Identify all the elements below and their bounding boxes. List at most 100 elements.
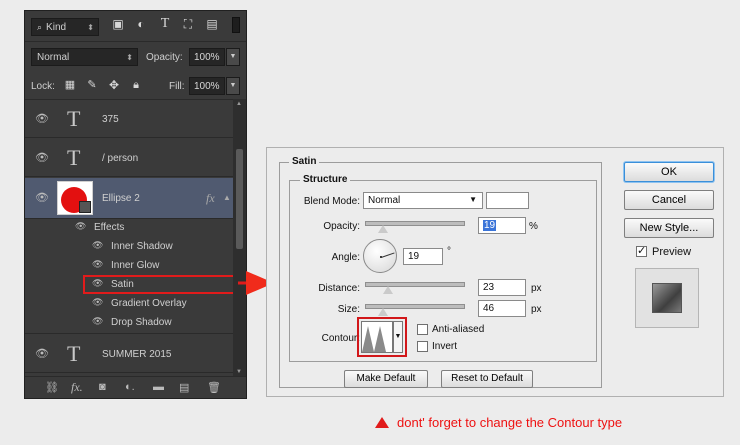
text-layer-icon: T (67, 145, 81, 170)
contour-picker[interactable] (361, 321, 393, 353)
layer-thumbnail (57, 181, 93, 215)
opacity-input[interactable]: 19 (478, 217, 526, 234)
satin-color-swatch[interactable] (486, 192, 529, 209)
fill-label: Fill: (169, 81, 185, 92)
opacity-slider-knob[interactable] (378, 225, 388, 233)
effect-name: Satin (111, 279, 134, 290)
visibility-eye-icon[interactable]: 👁︎ (75, 221, 86, 232)
lock-position-icon[interactable]: ✥ (107, 78, 121, 92)
blend-mode-select[interactable]: Normal ⬍ (31, 48, 138, 66)
visibility-eye-icon[interactable]: 👁︎ (92, 278, 103, 289)
opacity-dropdown-button[interactable]: ▼ (226, 48, 240, 66)
layer-name: SUMMER 2015 (102, 349, 172, 360)
preview-checkbox[interactable]: ✓ (636, 245, 647, 257)
text-layer-icon: T (67, 341, 81, 366)
angle-input[interactable]: 19 (403, 248, 443, 265)
effect-satin[interactable]: 👁︎ Satin (25, 275, 243, 294)
invert-checkbox[interactable] (417, 341, 428, 352)
preview-swatch (652, 283, 682, 313)
size-slider-knob[interactable] (378, 308, 388, 316)
effect-inner-glow[interactable]: 👁︎ Inner Glow (25, 256, 234, 275)
visibility-eye-icon[interactable]: 👁︎ (35, 112, 49, 125)
scroll-up-icon[interactable]: ▲ (236, 101, 242, 107)
link-icon[interactable]: ⛓︎ (45, 381, 59, 394)
effect-inner-shadow[interactable]: 👁︎ Inner Shadow (25, 237, 234, 256)
layer-row-ellipse-2[interactable]: 👁︎ Ellipse 2 fx ▲ (25, 178, 234, 219)
visibility-eye-icon[interactable]: 👁︎ (92, 297, 103, 308)
new-layer-icon[interactable]: ▤ (179, 381, 189, 394)
effects-row[interactable]: 👁︎ Effects (25, 218, 234, 237)
lock-paint-brush-icon[interactable]: ✎ (85, 78, 99, 92)
fx-icon[interactable]: fx. (71, 380, 83, 395)
distance-slider-knob[interactable] (383, 286, 393, 294)
fill-input[interactable]: 100% (189, 77, 225, 95)
angle-dial-needle (381, 252, 395, 258)
anti-aliased-checkbox[interactable] (417, 324, 428, 335)
make-default-button[interactable]: Make Default (344, 370, 428, 388)
highlight-box (83, 275, 243, 294)
reset-to-default-button[interactable]: Reset to Default (441, 370, 533, 388)
distance-slider[interactable] (365, 282, 465, 287)
size-input[interactable]: 46 (478, 300, 526, 317)
shape-filter-icon[interactable]: ⛶ (181, 17, 195, 31)
effect-name: Inner Glow (111, 260, 160, 271)
anti-aliased-label: Anti-aliased (432, 324, 485, 335)
effect-name: Gradient Overlay (111, 298, 187, 309)
visibility-eye-icon[interactable]: 👁︎ (35, 151, 49, 164)
trash-icon[interactable]: 🗑︎ (207, 381, 221, 394)
effect-gradient-overlay[interactable]: 👁︎ Gradient Overlay (25, 294, 234, 313)
layers-scrollbar[interactable]: ▲ ▼ (233, 99, 246, 377)
type-filter-icon[interactable]: T (158, 17, 172, 31)
scrollbar-thumb[interactable] (236, 149, 243, 249)
visibility-eye-icon[interactable]: 👁︎ (92, 316, 103, 327)
image-filter-icon[interactable]: ▣ (111, 17, 125, 31)
adjustment-filter-icon[interactable]: ◐ (134, 17, 148, 31)
fx-badge-icon[interactable]: fx (206, 191, 215, 206)
fill-dropdown-button[interactable]: ▼ (226, 77, 240, 95)
layer-row-375[interactable]: 👁︎ T 375 (25, 100, 234, 138)
collapse-arrow-icon[interactable]: ▲ (223, 193, 231, 202)
visibility-eye-icon[interactable]: 👁︎ (35, 347, 49, 360)
smart-object-filter-icon[interactable]: ▤ (205, 17, 219, 31)
divider (25, 41, 246, 42)
chevron-icon: ⬍ (87, 22, 94, 32)
layer-name: / person (102, 153, 139, 164)
checkmark-icon: ✓ (637, 245, 647, 257)
angle-dial[interactable] (363, 239, 397, 273)
ok-button[interactable]: OK (624, 162, 714, 182)
visibility-eye-icon[interactable]: 👁︎ (35, 191, 49, 204)
layers-panel: ⌕ Kind ⬍ ▣ ◐ T ⛶ ▤ Normal ⬍ Opacity: 100… (24, 10, 247, 399)
folder-icon[interactable]: ▬ (153, 381, 164, 393)
layer-row-summer-2015[interactable]: 👁︎ T SUMMER 2015 (25, 333, 234, 373)
dropdown-arrow-icon: ▼ (469, 195, 477, 204)
kind-filter-select[interactable]: ⌕ Kind ⬍ (31, 18, 99, 36)
visibility-eye-icon[interactable]: 👁︎ (92, 259, 103, 270)
lock-label: Lock: (31, 81, 55, 92)
lock-transparency-icon[interactable]: ▦ (63, 78, 77, 92)
contour-dropdown-button[interactable]: ▼ (393, 321, 403, 353)
blend-mode-select[interactable]: Normal ▼ (363, 192, 483, 209)
scroll-down-icon[interactable]: ▼ (236, 369, 242, 375)
layer-name: 375 (102, 114, 119, 125)
adjustment-icon[interactable]: ◐. (125, 381, 135, 393)
distance-unit: px (531, 283, 542, 294)
opacity-label: Opacity: (323, 221, 360, 232)
distance-input[interactable]: 23 (478, 279, 526, 296)
dialog-title: Satin (289, 156, 320, 167)
cancel-button[interactable]: Cancel (624, 190, 714, 210)
new-style-button[interactable]: New Style... (624, 218, 714, 238)
lock-all-icon[interactable]: 🔒︎ (129, 78, 143, 92)
effects-label: Effects (94, 222, 125, 233)
effect-name: Inner Shadow (111, 241, 173, 252)
contour-label: Contour: (321, 333, 360, 344)
filter-toggle[interactable] (232, 17, 240, 33)
vector-mask-icon (79, 201, 91, 213)
opacity-input[interactable]: 100% (189, 48, 225, 66)
mask-icon[interactable]: ◙ (99, 381, 106, 393)
effect-name: Drop Shadow (111, 317, 172, 328)
visibility-eye-icon[interactable]: 👁︎ (92, 240, 103, 251)
layers-bottom-toolbar: ⛓︎ fx. ◙ ◐. ▬ ▤ 🗑︎ (25, 376, 246, 398)
angle-unit: ° (447, 246, 451, 257)
layer-row-person[interactable]: 👁︎ T / person (25, 139, 234, 177)
effect-drop-shadow[interactable]: 👁︎ Drop Shadow (25, 313, 234, 332)
